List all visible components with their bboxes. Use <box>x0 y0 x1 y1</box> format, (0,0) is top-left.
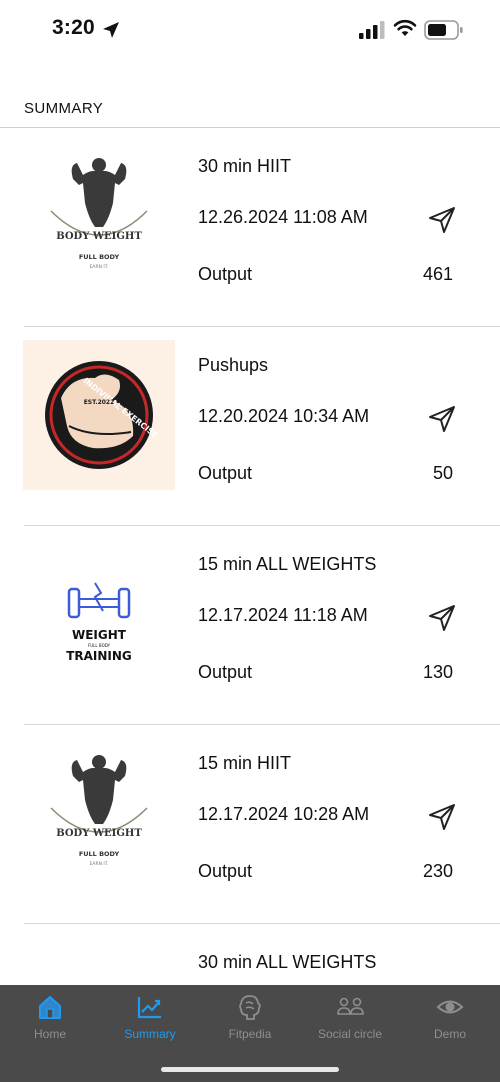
logo-text-main: WEIGHT <box>72 628 127 642</box>
wifi-icon <box>393 19 417 36</box>
location-arrow-icon <box>103 22 119 38</box>
individual-exercise-logo: INDIVIUAL EXERCISE EST.2022 <box>23 340 175 490</box>
workout-title: 30 min ALL WEIGHTS <box>198 952 377 972</box>
eye-icon <box>436 1000 464 1014</box>
send-icon[interactable] <box>426 204 458 236</box>
people-icon <box>337 997 364 1015</box>
workout-date: 12.26.2024 11:08 AM <box>198 207 368 227</box>
tab-label: Social circle <box>317 1027 383 1041</box>
tab-demo[interactable]: Demo <box>400 985 500 1049</box>
status-time: 3:20 <box>52 16 95 39</box>
workout-row[interactable]: 30 min ALL WEIGHTS <box>0 924 500 985</box>
output-value: 461 <box>422 264 453 284</box>
battery-icon <box>424 20 463 40</box>
output-value: 50 <box>432 463 453 483</box>
logo-text-sub: FULL BODY <box>79 253 120 261</box>
section-title: SUMMARY <box>24 100 104 117</box>
output-value: 230 <box>422 861 453 881</box>
tab-label: Fitpedia <box>228 1027 272 1041</box>
workout-title: 30 min HIIT <box>198 156 292 176</box>
tab-social-circle[interactable]: Social circle <box>300 985 400 1049</box>
logo-text-sub: FULL BODY <box>79 850 120 858</box>
tab-home[interactable]: Home <box>0 985 100 1049</box>
output-label: Output <box>198 662 253 682</box>
workout-date: 12.17.2024 11:18 AM <box>198 605 368 625</box>
body-weight-logo: BODY WEIGHT FULL BODY EARN IT. <box>23 738 175 888</box>
tab-summary[interactable]: Summary <box>100 985 200 1049</box>
output-label: Output <box>198 861 253 881</box>
logo-text-tag: TRAINING <box>66 649 132 663</box>
send-icon[interactable] <box>426 801 458 833</box>
logo-text-main: BODY WEIGHT <box>56 231 142 242</box>
weight-training-logo: WEIGHT FULL BODY TRAINING <box>23 539 175 689</box>
workout-title: Pushups <box>198 355 269 375</box>
output-label: Output <box>198 264 253 284</box>
tab-fitpedia[interactable]: Fitpedia <box>200 985 300 1049</box>
status-bar: 3:20 <box>0 0 500 60</box>
workout-list[interactable]: BODY WEIGHT FULL BODY EARN IT. 30 min HI… <box>0 128 500 985</box>
workout-row[interactable]: INDIVIUAL EXERCISE EST.2022 Pushups 12.2… <box>0 327 500 526</box>
tab-label: Home <box>33 1027 66 1041</box>
logo-text-tag: EARN IT. <box>90 861 109 867</box>
chart-icon <box>137 997 161 1019</box>
cellular-signal-icon <box>359 21 385 39</box>
weight-training-logo <box>23 937 175 985</box>
tab-label: Summary <box>124 1027 176 1041</box>
logo-text-sub: FULL BODY <box>88 643 111 648</box>
workout-row[interactable]: WEIGHT FULL BODY TRAINING 15 min ALL WEI… <box>0 526 500 725</box>
home-icon <box>39 996 61 1019</box>
brain-icon <box>239 995 261 1020</box>
tab-label: Demo <box>433 1027 466 1041</box>
home-indicator[interactable] <box>161 1067 339 1072</box>
workout-date: 12.17.2024 10:28 AM <box>198 804 370 824</box>
workout-date: 12.20.2024 10:34 AM <box>198 406 370 426</box>
workout-row[interactable]: BODY WEIGHT FULL BODY EARN IT. 30 min HI… <box>0 128 500 327</box>
logo-text-sub: EST.2022 <box>84 399 115 406</box>
workout-title: 15 min HIIT <box>198 753 292 773</box>
logo-text-main: BODY WEIGHT <box>56 828 142 839</box>
output-label: Output <box>198 463 253 483</box>
logo-text-tag: EARN IT. <box>90 264 109 270</box>
workout-title: 15 min ALL WEIGHTS <box>198 554 377 574</box>
send-icon[interactable] <box>426 602 458 634</box>
send-icon[interactable] <box>426 403 458 435</box>
body-weight-logo: BODY WEIGHT FULL BODY EARN IT. <box>23 141 175 291</box>
workout-row[interactable]: BODY WEIGHT FULL BODY EARN IT. 15 min HI… <box>0 725 500 924</box>
output-value: 130 <box>422 662 453 682</box>
